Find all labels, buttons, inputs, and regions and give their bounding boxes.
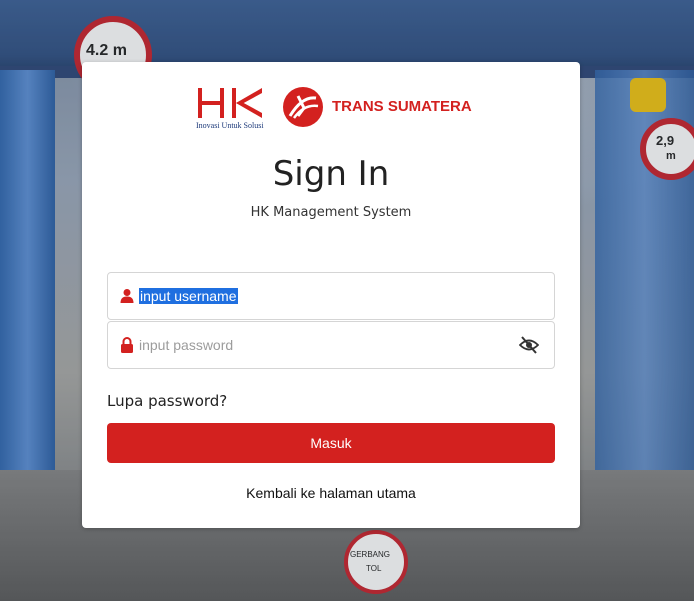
username-input-text[interactable]: input username <box>139 288 238 304</box>
password-placeholder[interactable]: input password <box>139 337 233 353</box>
hk-tagline: Inovasi Untuk Solusi <box>196 121 264 130</box>
back-to-home-link[interactable]: Kembali ke halaman utama <box>82 485 580 501</box>
lock-icon <box>121 337 133 353</box>
logo-row: Inovasi Untuk Solusi TRANS SUMATERA <box>82 86 580 136</box>
password-field[interactable]: input password <box>107 321 555 369</box>
login-button[interactable]: Masuk <box>107 423 555 463</box>
user-icon <box>120 289 134 303</box>
page-subtitle: HK Management System <box>250 205 412 220</box>
trans-sumatera-text: TRANS SUMATERA <box>332 98 472 115</box>
trans-sumatera-logo: TRANS SUMATERA <box>282 86 472 132</box>
username-field[interactable]: input username <box>107 272 555 320</box>
hk-logo: Inovasi Untuk Solusi <box>196 86 266 136</box>
eye-slash-icon[interactable] <box>519 336 539 354</box>
login-card: Inovasi Untuk Solusi TRANS SUMATERA Sign… <box>82 62 580 528</box>
forgot-password-link[interactable]: Lupa password? <box>107 392 227 410</box>
trans-sumatera-emblem <box>283 87 323 127</box>
page-title: Sign In <box>272 154 390 194</box>
